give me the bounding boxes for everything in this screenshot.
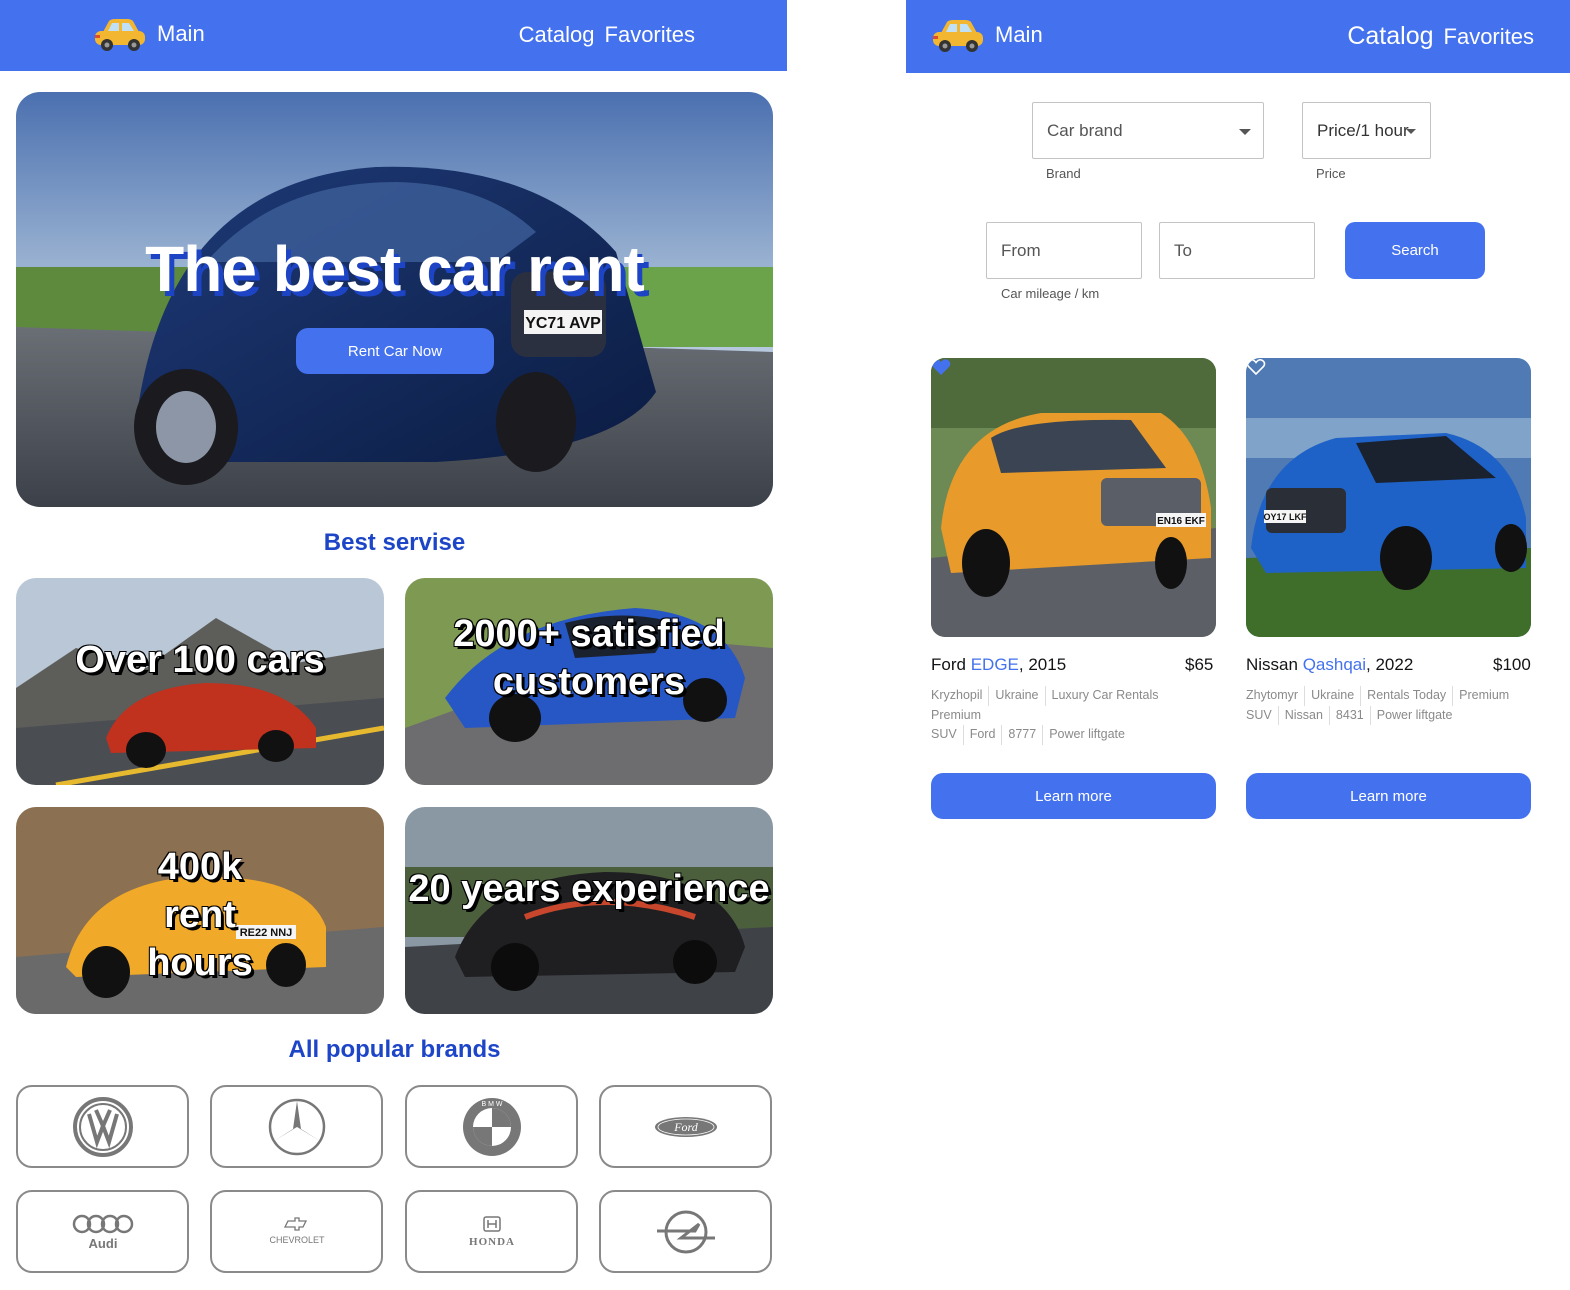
- stat-caption-cars: Over 100 cars: [75, 639, 325, 681]
- price-select[interactable]: Price/1 hour: [1302, 102, 1431, 159]
- chevrolet-logo-icon: CHEVROLET: [269, 1216, 325, 1245]
- stat-tile-cars: Over 100 cars: [16, 578, 384, 785]
- honda-logo-text: HONDA: [469, 1236, 515, 1248]
- brand-chevrolet[interactable]: CHEVROLET: [210, 1190, 383, 1273]
- price-helper-label: Price: [1316, 166, 1346, 181]
- hero-title: The best car rent: [145, 233, 645, 305]
- stat-tile-customers: 2000+ satisfied customers: [405, 578, 773, 785]
- car-tags: Zhytomyr Ukraine Rentals Today Premium SUV N…: [1246, 686, 1531, 725]
- ford-logo-icon: Ford: [654, 1116, 717, 1137]
- mileage-to-input[interactable]: To: [1159, 222, 1315, 279]
- nav-catalog[interactable]: Catalog: [519, 22, 595, 48]
- logo-label: Main: [157, 21, 205, 46]
- mileage-from-input[interactable]: From: [986, 222, 1142, 279]
- mercedes-logo-icon: [268, 1098, 325, 1155]
- heart-filled-icon[interactable]: [931, 358, 951, 376]
- search-button[interactable]: Search: [1345, 222, 1485, 279]
- chevrolet-logo-text: CHEVROLET: [269, 1235, 325, 1245]
- brand-honda[interactable]: HONDA: [405, 1190, 578, 1273]
- header: Main Catalog Favorites: [0, 0, 787, 71]
- car-logo-icon: [95, 19, 145, 51]
- volkswagen-logo-icon: [72, 1096, 133, 1157]
- catalog-screen: Main Catalog Favorites Car brand Brand P…: [906, 0, 1570, 1290]
- car-title: Ford EDGE, 2015: [931, 655, 1216, 675]
- header: Main Catalog Favorites: [906, 0, 1570, 73]
- hero-banner: YC71 AVP The best car rent Rent Car Now: [16, 92, 773, 507]
- car-price: $65: [1185, 655, 1214, 674]
- car-make: Ford: [931, 655, 966, 674]
- stat-caption-customers: 2000+ satisfied customers: [453, 613, 725, 703]
- nissan-plate: OY17 LKF: [1263, 512, 1307, 522]
- car-model: Qashqai: [1302, 655, 1367, 674]
- main-nav: Catalog Favorites: [519, 22, 695, 48]
- learn-more-button[interactable]: Learn more: [1246, 773, 1531, 819]
- brand-volkswagen[interactable]: [16, 1085, 189, 1168]
- chevron-down-icon: [1406, 129, 1416, 134]
- stat-caption-experience: 20 years experience: [408, 868, 770, 910]
- opel-logo-icon: [656, 1210, 715, 1253]
- stat-tile-experience: 20 years experience: [405, 807, 773, 1014]
- mileage-helper-label: Car mileage / km: [1001, 286, 1100, 301]
- brand-helper-label: Brand: [1046, 166, 1081, 181]
- mileage-from-placeholder: From: [1001, 241, 1041, 260]
- brand-audi[interactable]: Audi: [16, 1190, 189, 1273]
- car-title: Nissan Qashqai, 2022: [1246, 655, 1531, 675]
- rent-car-now-button[interactable]: Rent Car Now: [296, 328, 494, 374]
- bmw-logo-icon: B M W: [462, 1097, 521, 1156]
- brand-select-value: Car brand: [1047, 121, 1123, 140]
- nissan-qashqai-photo: OY17 LKF: [1246, 358, 1531, 637]
- hero-plate: YC71 AVP: [525, 315, 601, 332]
- car-logo-icon: [933, 20, 983, 52]
- best-service-title: Best servise: [323, 529, 466, 556]
- nav-catalog[interactable]: Catalog: [1347, 22, 1433, 51]
- car-year: , 2015: [1018, 655, 1067, 674]
- logo-link[interactable]: Main: [93, 17, 205, 51]
- price-select-value: Price/1 hour: [1317, 121, 1409, 140]
- ford-logo-text: Ford: [673, 1120, 699, 1134]
- logo-label: Main: [995, 22, 1043, 47]
- car-make: Nissan: [1246, 655, 1298, 674]
- brand-mercedes[interactable]: [210, 1085, 383, 1168]
- car-year: , 2022: [1366, 655, 1414, 674]
- mileage-to-placeholder: To: [1174, 241, 1192, 260]
- chevron-down-icon: [1239, 129, 1251, 135]
- ford-edge-photo: EN16 EKF: [931, 358, 1216, 637]
- car-tags-line: Kryzhopil Ukraine Luxury Car Rentals: [931, 686, 1216, 706]
- audi-logo-icon: Audi: [72, 1214, 133, 1251]
- car-tags: Kryzhopil Ukraine Luxury Car Rentals Premi…: [931, 686, 1216, 745]
- car-tags-line: Premium: [931, 707, 982, 722]
- stat-caption-hours: 400k rent hours: [147, 846, 253, 984]
- car-card-image[interactable]: EN16 EKF: [931, 358, 1216, 637]
- heart-outline-icon[interactable]: [1246, 358, 1266, 376]
- car-tags-line: Zhytomyr Ukraine Rentals Today Premium: [1246, 686, 1531, 706]
- brand-bmw[interactable]: B M W: [405, 1085, 578, 1168]
- brand-opel[interactable]: [599, 1190, 772, 1273]
- popular-brands-title: All popular brands: [288, 1036, 501, 1063]
- ford-plate: EN16 EKF: [1157, 516, 1205, 527]
- nav-favorites[interactable]: Favorites: [605, 22, 695, 48]
- bmw-logo-text: B M W: [481, 1101, 502, 1108]
- nav-favorites[interactable]: Favorites: [1444, 24, 1534, 50]
- car-card-image[interactable]: OY17 LKF: [1246, 358, 1531, 637]
- brand-select[interactable]: Car brand: [1032, 102, 1264, 159]
- car-tags-line: SUV Ford 8777 Power liftgate: [931, 725, 1216, 745]
- main-nav: Catalog Favorites: [1347, 22, 1534, 51]
- car-model: EDGE: [970, 655, 1019, 674]
- honda-logo-icon: HONDA: [469, 1215, 515, 1248]
- home-screen: Main Catalog Favorites YC71 AVP The best…: [0, 0, 787, 1290]
- stat-tile-hours: RE22 NNJ 400k rent hours: [16, 807, 384, 1014]
- car-price: $100: [1493, 655, 1531, 674]
- audi-logo-text: Audi: [88, 1236, 117, 1251]
- learn-more-button[interactable]: Learn more: [931, 773, 1216, 819]
- logo-link[interactable]: Main: [931, 18, 1043, 52]
- brand-ford[interactable]: Ford: [599, 1085, 772, 1168]
- car-tags-line: SUV Nissan 8431 Power liftgate: [1246, 705, 1531, 725]
